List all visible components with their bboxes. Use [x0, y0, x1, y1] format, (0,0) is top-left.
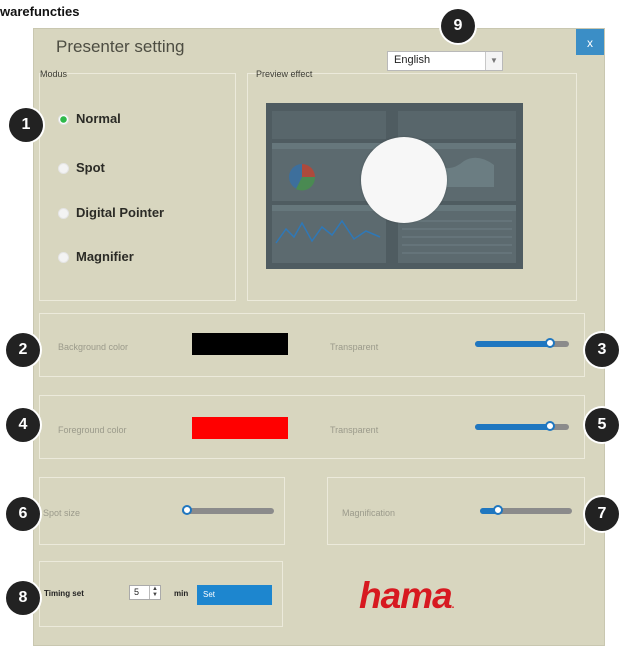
- callout-badge-6: 6: [6, 497, 40, 531]
- spinner-arrows-icon[interactable]: ▲ ▼: [149, 586, 160, 599]
- background-transparent-label: Transparent: [330, 342, 379, 352]
- modus-option-label: Magnifier: [76, 249, 134, 264]
- radio-icon[interactable]: [58, 252, 69, 263]
- preview-image: [266, 103, 523, 269]
- timing-set-label: Timing set: [44, 589, 84, 598]
- timing-value: 5: [134, 587, 140, 597]
- language-select[interactable]: English ▼: [387, 51, 503, 71]
- page-caption: warefuncties: [0, 4, 80, 19]
- magnification-label: Magnification: [342, 508, 396, 518]
- presenter-setting-window: Presenter setting x English ▼ Modus Norm…: [33, 28, 605, 646]
- logo-suffix: .: [451, 600, 455, 611]
- callout-badge-8: 8: [6, 581, 40, 615]
- magnification-slider[interactable]: [480, 505, 572, 515]
- modus-label: Modus: [40, 69, 68, 79]
- callout-badge-1: 1: [9, 108, 43, 142]
- background-color-swatch[interactable]: [192, 333, 288, 355]
- language-selected-value: English: [394, 54, 431, 66]
- callout-badge-7: 7: [585, 497, 619, 531]
- callout-badge-3: 3: [585, 333, 619, 367]
- foreground-color-swatch[interactable]: [192, 417, 288, 439]
- radio-checked-icon[interactable]: [58, 114, 69, 125]
- preview-label: Preview effect: [256, 69, 313, 79]
- slider-thumb[interactable]: [545, 421, 556, 431]
- background-transparency-slider[interactable]: [475, 338, 569, 348]
- set-button[interactable]: Set: [197, 585, 272, 605]
- slider-thumb[interactable]: [493, 505, 504, 515]
- modus-option-label: Digital Pointer: [76, 205, 165, 220]
- modus-option-label: Normal: [76, 111, 121, 126]
- modus-group: [39, 73, 236, 301]
- callout-badge-2: 2: [6, 333, 40, 367]
- spot-size-label: Spot size: [43, 508, 81, 518]
- radio-icon[interactable]: [58, 208, 69, 219]
- background-color-label: Background color: [58, 342, 129, 352]
- callout-badge-4: 4: [6, 408, 40, 442]
- slider-fill: [475, 341, 551, 347]
- spot-highlight: [361, 137, 447, 223]
- timing-spinner[interactable]: 5 ▲ ▼: [129, 585, 161, 600]
- foreground-transparency-slider[interactable]: [475, 421, 569, 431]
- close-button[interactable]: x: [576, 29, 604, 55]
- chevron-down-icon[interactable]: ▼: [485, 52, 502, 70]
- callout-badge-5: 5: [585, 408, 619, 442]
- modus-option-label: Spot: [76, 160, 105, 175]
- foreground-transparent-label: Transparent: [330, 425, 379, 435]
- slider-thumb[interactable]: [545, 338, 556, 348]
- slider-thumb[interactable]: [182, 505, 192, 515]
- logo-text: hama: [359, 575, 453, 616]
- spot-size-slider[interactable]: [182, 505, 274, 515]
- timing-unit: min: [174, 589, 189, 598]
- slider-fill: [475, 424, 551, 430]
- foreground-color-label: Foreground color: [58, 425, 127, 435]
- callout-badge-9: 9: [441, 9, 475, 43]
- radio-icon[interactable]: [58, 163, 69, 174]
- window-title: Presenter setting: [56, 37, 185, 56]
- hama-logo: hama.: [359, 575, 455, 617]
